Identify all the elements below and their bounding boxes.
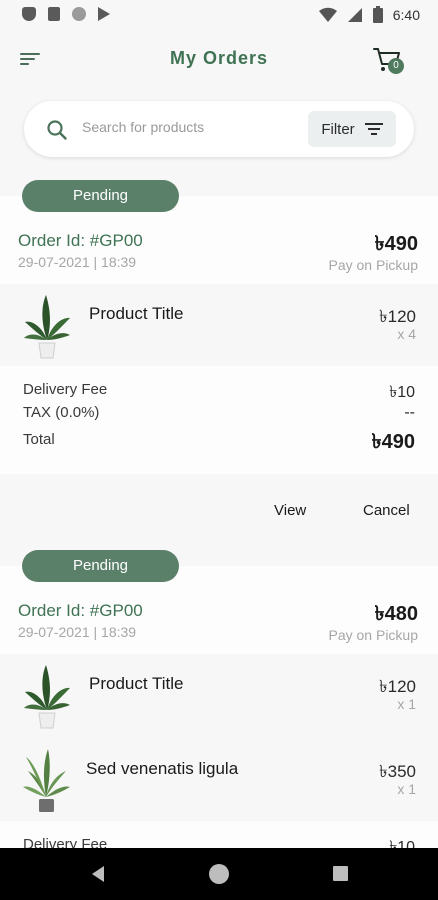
order-date: 29-07-2021 | 18:39 [18,624,137,640]
filter-button[interactable]: Filter [308,111,396,147]
back-icon[interactable] [92,866,104,882]
product-image [23,749,70,812]
product-title: Product Title [89,674,184,693]
tax-label: TAX (0.0%) [23,404,100,421]
product-quantity: x 1 [397,696,416,712]
product-image [24,295,70,359]
product-title: Sed venenatis ligula [86,759,239,778]
total-label: Total [23,431,55,448]
delivery-fee-label: Delivery Fee [23,381,108,398]
product-image [24,665,70,729]
search-icon [47,120,67,140]
play-icon [98,7,110,21]
status-bar: 6:40 [0,0,438,30]
status-badge: Pending [22,550,179,582]
search-input[interactable] [82,119,262,135]
product-quantity: x 4 [397,326,416,342]
order-summary: Delivery Fee ৳10 TAX (0.0%) -- Total ৳49… [0,366,438,474]
total-value: ৳490 [371,431,415,453]
order-item[interactable]: Product Title ৳120 x 4 [0,284,438,366]
order-date: 29-07-2021 | 18:39 [18,254,137,270]
sim-card-icon [48,7,60,21]
status-badge: Pending [22,180,179,212]
app-bar: My Orders 0 [0,40,438,80]
cancel-button[interactable]: Cancel [363,502,410,519]
order-actions: View Cancel [0,484,438,540]
view-button[interactable]: View [274,502,306,519]
tax-value: -- [404,404,415,421]
search-bar: Filter [24,101,414,157]
filter-label: Filter [321,120,355,138]
delivery-fee-value: ৳10 [389,384,415,401]
recent-apps-icon[interactable] [333,866,348,881]
battery-icon [372,6,383,23]
filter-icon [364,123,383,135]
shield-icon [22,7,36,21]
payment-method: Pay on Pickup [328,627,419,643]
product-title: Product Title [89,304,184,323]
system-nav-bar [0,848,438,900]
order-id: Order Id: #GP00 [18,231,143,250]
order-id: Order Id: #GP00 [18,601,143,620]
order-item[interactable]: Product Title ৳120 x 1 [0,654,438,736]
home-icon[interactable] [209,864,229,884]
wifi-icon [318,7,337,22]
status-time: 6:40 [392,6,420,23]
order-item[interactable]: Sed venenatis ligula ৳350 x 1 [0,739,438,821]
signal-icon [347,7,362,22]
cart-count-badge: 0 [388,58,404,74]
circle-icon [72,7,86,21]
product-quantity: x 1 [397,781,416,797]
payment-method: Pay on Pickup [328,257,419,273]
